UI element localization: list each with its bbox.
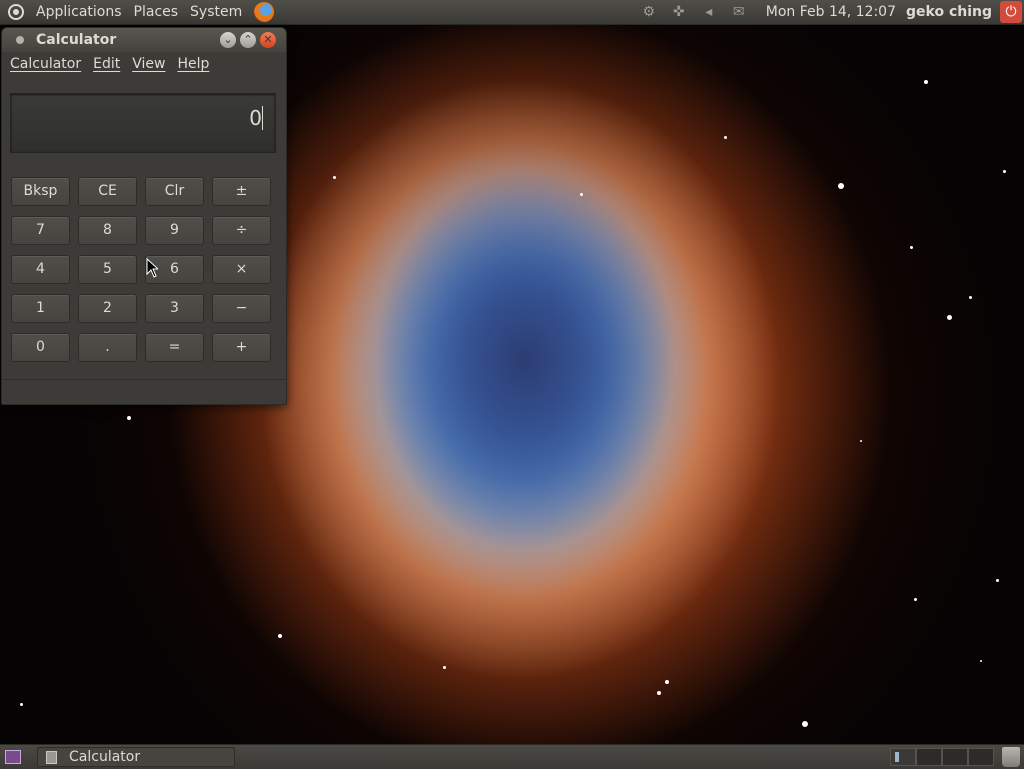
applications-menu[interactable]: Applications <box>30 0 128 24</box>
backspace-button[interactable]: Bksp <box>11 177 70 206</box>
star <box>838 183 844 189</box>
digit-4-button[interactable]: 4 <box>11 255 70 284</box>
star <box>1003 170 1006 173</box>
digit-1-button[interactable]: 1 <box>11 294 70 323</box>
star <box>580 193 583 196</box>
power-icon[interactable]: ⏻ <box>1000 1 1022 23</box>
username[interactable]: geko ching <box>906 4 992 20</box>
trash-icon[interactable] <box>1002 747 1020 767</box>
star <box>969 296 972 299</box>
menu-edit[interactable]: Edit <box>87 56 126 72</box>
star <box>910 246 913 249</box>
mail-icon[interactable]: ✉ <box>730 4 748 20</box>
star <box>924 80 928 84</box>
titlebar[interactable]: Calculator ⌄ ⌃ ✕ <box>2 28 286 52</box>
digit-0-button[interactable]: 0 <box>11 333 70 362</box>
multiply-button[interactable]: × <box>212 255 271 284</box>
star <box>278 634 282 638</box>
top-panel: Applications Places System ⚙ ✜ ◂ ✉ Mon F… <box>0 0 1024 25</box>
star <box>860 440 862 442</box>
calculator-display[interactable]: 0 <box>10 93 276 153</box>
digit-7-button[interactable]: 7 <box>11 216 70 245</box>
firefox-icon[interactable] <box>254 2 275 22</box>
menubar: Calculator Edit View Help <box>2 52 286 76</box>
workspace-4[interactable] <box>968 748 994 766</box>
star <box>657 691 661 695</box>
volume-icon[interactable]: ◂ <box>700 4 718 20</box>
star <box>333 176 336 179</box>
minimize-icon[interactable]: ⌄ <box>220 32 236 48</box>
star <box>20 703 23 706</box>
calculator-window: Calculator ⌄ ⌃ ✕ Calculator Edit View He… <box>1 27 287 405</box>
menu-help[interactable]: Help <box>171 56 215 72</box>
workspace-3[interactable] <box>942 748 968 766</box>
star <box>665 680 669 684</box>
display-value: 0 <box>249 106 262 130</box>
show-desktop-icon[interactable] <box>5 750 21 764</box>
task-label: Calculator <box>69 749 141 765</box>
window-controls: ⌄ ⌃ ✕ <box>216 32 276 48</box>
calculator-icon <box>46 750 57 764</box>
star <box>947 315 952 320</box>
bottom-panel: Calculator <box>0 744 1024 769</box>
workspace-switcher <box>890 748 994 766</box>
star <box>996 579 999 582</box>
star <box>914 598 917 601</box>
statusbar <box>2 379 286 404</box>
window-title: Calculator <box>36 32 117 48</box>
workspace-1[interactable] <box>890 748 916 766</box>
star <box>127 416 131 420</box>
digit-9-button[interactable]: 9 <box>145 216 204 245</box>
digit-5-button[interactable]: 5 <box>78 255 137 284</box>
clear-entry-button[interactable]: CE <box>78 177 137 206</box>
taskbar-calculator-button[interactable]: Calculator <box>37 747 235 767</box>
star <box>980 660 982 662</box>
digit-3-button[interactable]: 3 <box>145 294 204 323</box>
places-menu[interactable]: Places <box>128 0 185 24</box>
close-icon[interactable]: ✕ <box>260 32 276 48</box>
window-menu-icon[interactable] <box>16 36 24 44</box>
digit-2-button[interactable]: 2 <box>78 294 137 323</box>
equals-button[interactable]: = <box>145 333 204 362</box>
ubuntu-logo-icon[interactable] <box>8 4 24 20</box>
divide-button[interactable]: ÷ <box>212 216 271 245</box>
star <box>724 136 727 139</box>
network-icon[interactable]: ✜ <box>670 4 688 20</box>
maximize-icon[interactable]: ⌃ <box>240 32 256 48</box>
star <box>802 721 808 727</box>
workspace-2[interactable] <box>916 748 942 766</box>
clock[interactable]: Mon Feb 14, 12:07 <box>766 4 896 20</box>
star <box>443 666 446 669</box>
digit-8-button[interactable]: 8 <box>78 216 137 245</box>
text-cursor <box>262 106 263 130</box>
add-button[interactable]: + <box>212 333 271 362</box>
subtract-button[interactable]: − <box>212 294 271 323</box>
decimal-point-button[interactable]: . <box>78 333 137 362</box>
menu-calculator[interactable]: Calculator <box>4 56 87 72</box>
system-menu[interactable]: System <box>184 0 248 24</box>
clear-button[interactable]: Clr <box>145 177 204 206</box>
update-notifier-icon[interactable]: ⚙ <box>640 4 658 20</box>
change-sign-button[interactable]: ± <box>212 177 271 206</box>
system-tray: ⚙ ✜ ◂ ✉ Mon Feb 14, 12:07 geko ching ⏻ <box>634 0 1024 24</box>
menu-view[interactable]: View <box>126 56 171 72</box>
